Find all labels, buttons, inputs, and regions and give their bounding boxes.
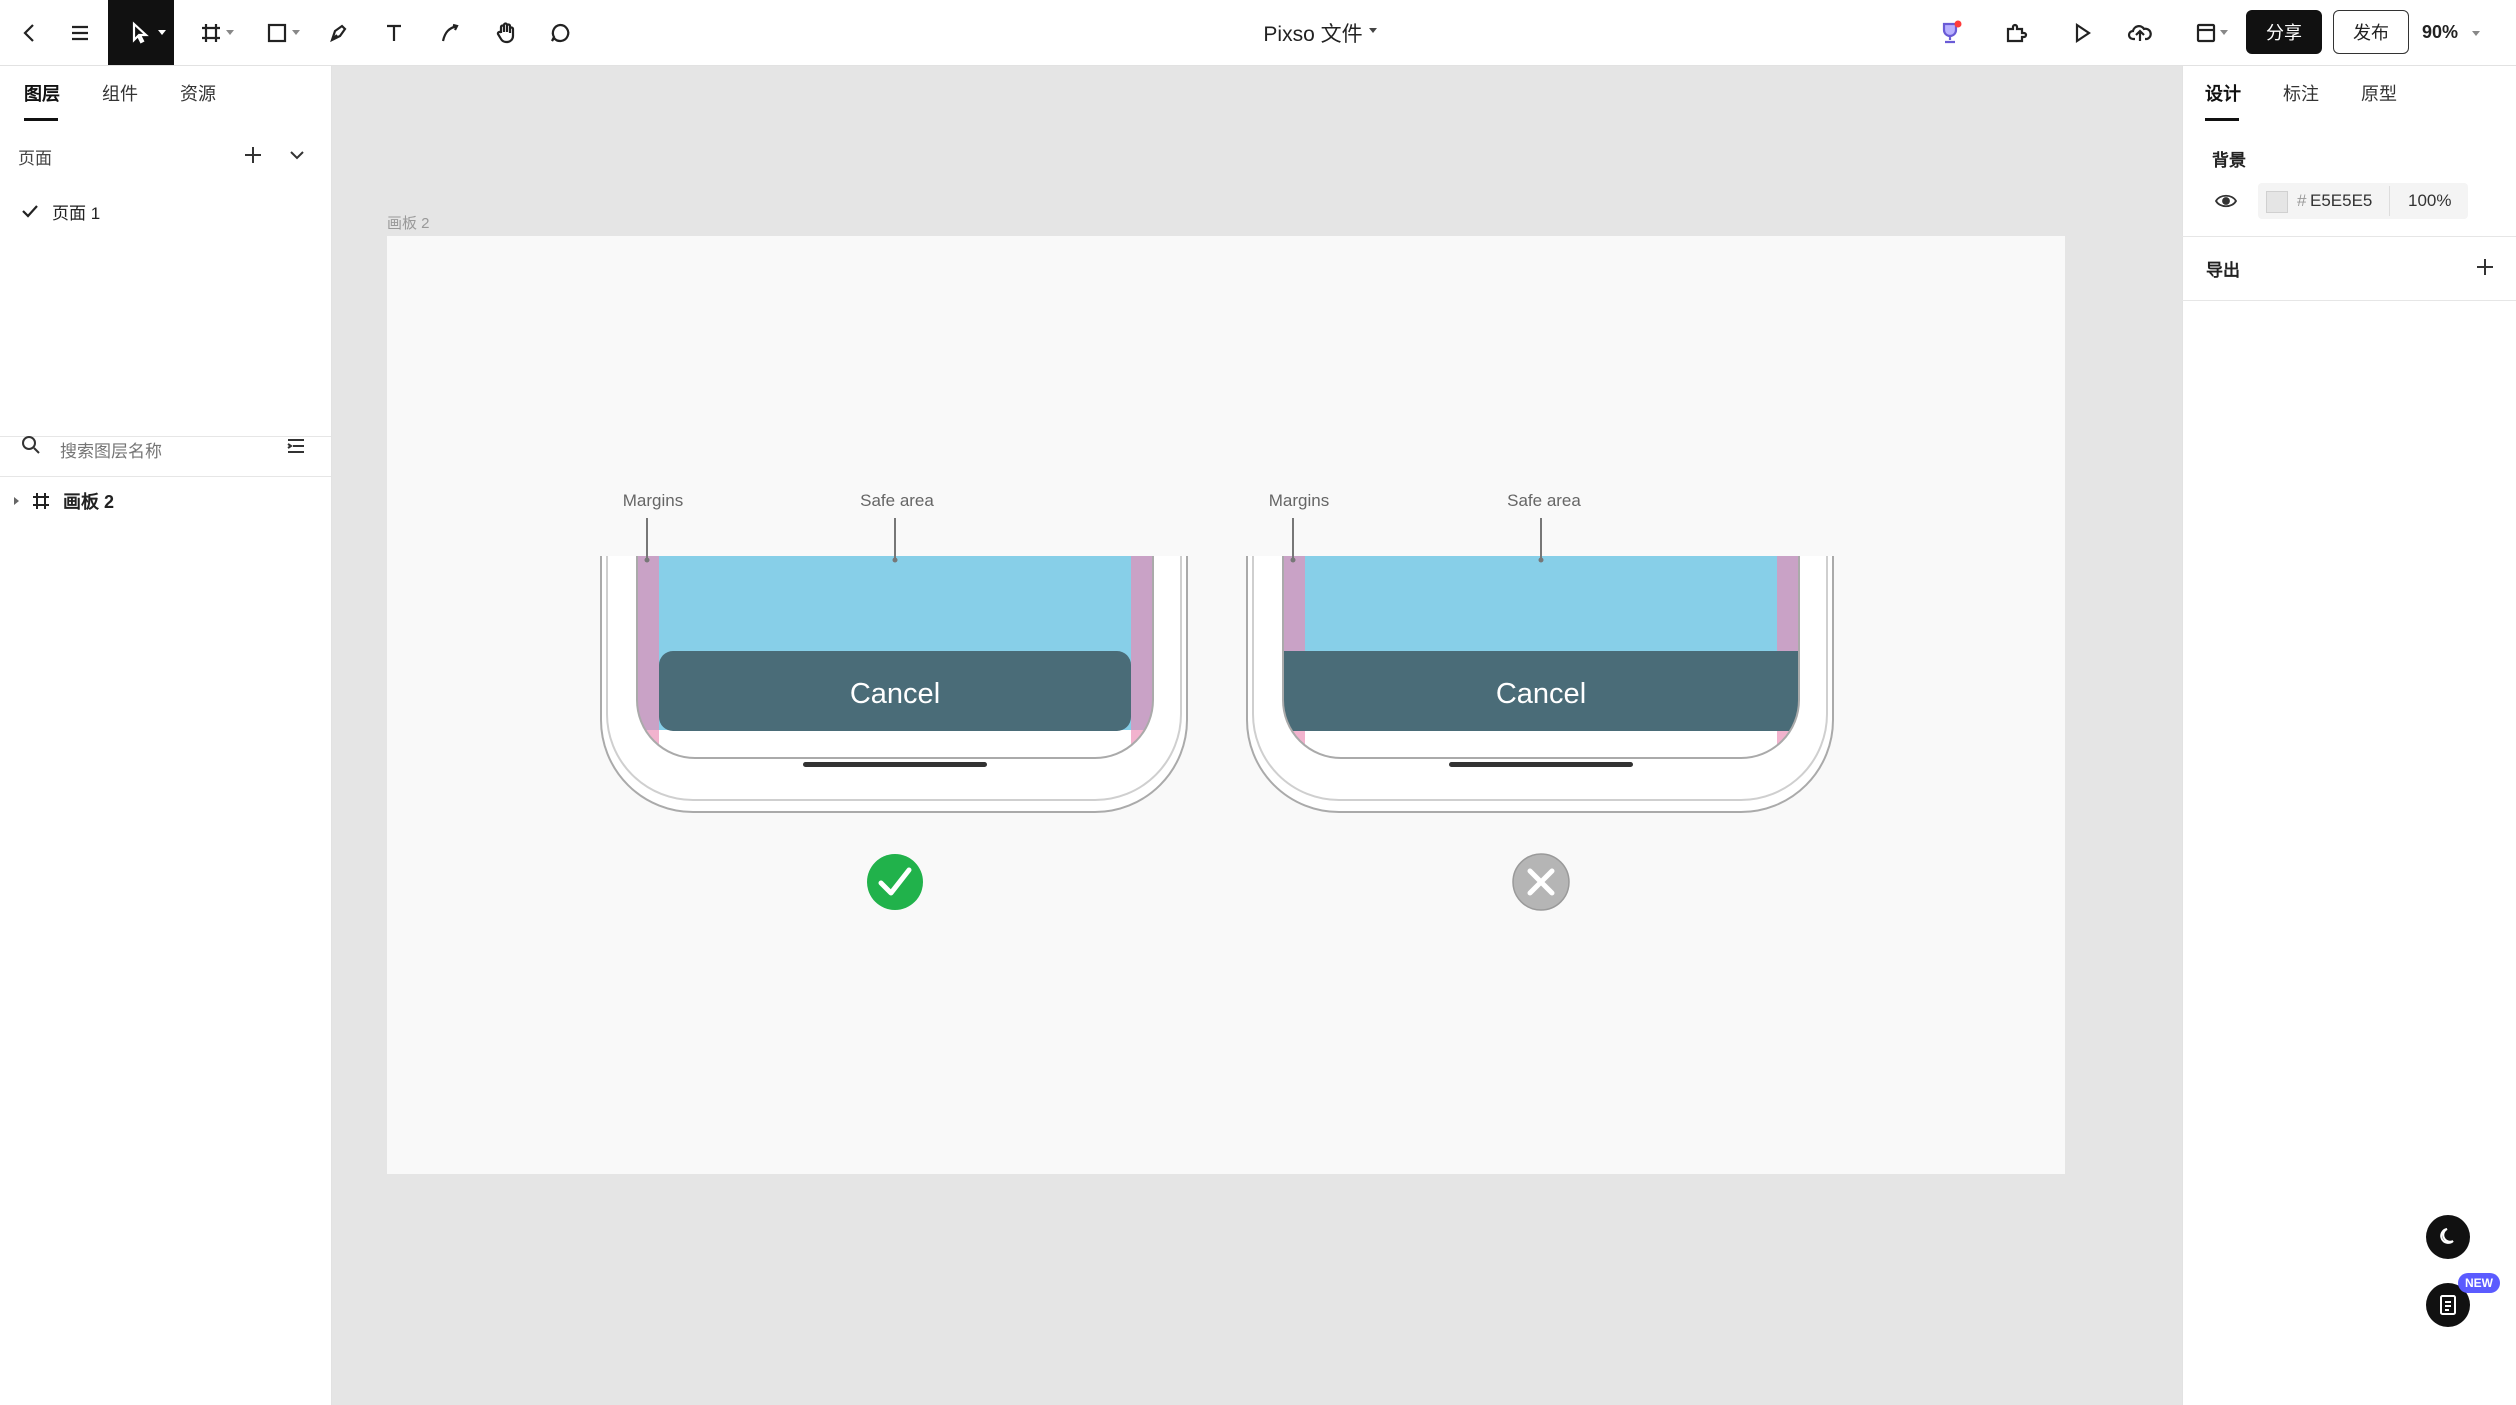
play-icon[interactable] <box>2060 0 2104 65</box>
document-icon <box>2440 1295 2456 1315</box>
chevron-down-icon <box>2472 31 2481 36</box>
mockup-illustration: Margins Safe area Cancel Margins Safe ar… <box>600 491 1834 911</box>
file-title[interactable]: Pixso 文件 <box>1130 0 1510 65</box>
margins-label: Margins <box>623 491 683 510</box>
chevron-down-icon[interactable] <box>158 30 166 35</box>
move-tool-button[interactable] <box>108 0 174 65</box>
frame-icon <box>33 493 49 509</box>
new-badge: NEW <box>2458 1273 2500 1293</box>
add-page-icon[interactable] <box>240 142 266 168</box>
tab-assets[interactable]: 资源 <box>180 80 216 106</box>
check-icon <box>22 205 38 218</box>
text-tool-button[interactable] <box>372 0 416 65</box>
menu-icon[interactable] <box>58 0 102 65</box>
frame-tool-button[interactable] <box>186 0 236 65</box>
home-indicator <box>803 762 987 767</box>
page-item-label: 页面 1 <box>52 203 101 223</box>
expand-arrow-icon[interactable] <box>14 497 19 505</box>
chevron-down-icon[interactable] <box>2220 30 2228 35</box>
tab-components[interactable]: 组件 <box>102 80 138 106</box>
tab-prototype[interactable]: 原型 <box>2361 80 2397 106</box>
moon-icon <box>2440 1228 2454 1244</box>
color-swatch[interactable] <box>2266 191 2288 213</box>
rectangle-tool-button[interactable] <box>252 0 302 65</box>
tab-annotate[interactable]: 标注 <box>2283 80 2319 106</box>
divider <box>2182 236 2516 237</box>
pen-tool-button[interactable] <box>316 0 360 65</box>
file-title-text: Pixso 文件 <box>1263 22 1363 46</box>
chevron-down-icon[interactable] <box>292 30 300 35</box>
safe-area-label: Safe area <box>860 491 934 510</box>
background-section-label: 背景 <box>2212 151 2246 170</box>
dark-mode-button[interactable] <box>2426 1215 2470 1259</box>
active-tab-indicator <box>24 118 58 121</box>
top-toolbar: Pixso 文件 分享 发布 90% <box>0 0 2516 66</box>
zoom-level[interactable]: 90% <box>2422 0 2481 65</box>
plugin-icon[interactable] <box>1994 0 2038 65</box>
chevron-down-icon <box>1368 28 1377 33</box>
artboard-frame[interactable]: Margins Safe area Cancel Margins Safe ar… <box>387 236 2065 1174</box>
search-icon <box>20 434 44 458</box>
comment-tool-button[interactable] <box>538 0 582 65</box>
add-export-icon[interactable] <box>2472 254 2498 280</box>
layer-item[interactable]: 画板 2 <box>0 486 331 516</box>
collapse-pages-icon[interactable] <box>284 142 310 168</box>
frame-name-label[interactable]: 画板 2 <box>387 212 430 233</box>
hand-tool-button[interactable] <box>484 0 528 65</box>
connector-tool-button[interactable] <box>428 0 472 65</box>
safe-area-label: Safe area <box>1507 491 1581 510</box>
left-panel <box>0 66 332 1405</box>
cancel-button-label: Cancel <box>1496 678 1586 710</box>
cloud-upload-icon[interactable] <box>2118 0 2162 65</box>
share-button[interactable]: 分享 <box>2246 10 2322 54</box>
cancel-button-label: Cancel <box>850 678 940 710</box>
trophy-icon[interactable] <box>1928 0 1972 65</box>
chevron-down-icon[interactable] <box>226 30 234 35</box>
mockup-correct: Margins Safe area Cancel <box>600 491 1188 910</box>
divider <box>2389 186 2390 216</box>
pages-section-label: 页面 <box>18 149 52 168</box>
publish-button[interactable]: 发布 <box>2333 10 2409 54</box>
home-indicator <box>1449 762 1633 767</box>
filter-icon[interactable] <box>284 434 310 460</box>
checkmark-icon <box>867 854 923 910</box>
layout-icon[interactable] <box>2178 0 2234 65</box>
back-icon[interactable] <box>8 0 52 65</box>
hex-prefix: # <box>2297 191 2307 210</box>
divider <box>0 476 331 477</box>
eye-icon[interactable] <box>2214 190 2240 212</box>
layer-search-input[interactable] <box>58 436 262 468</box>
tab-layers[interactable]: 图层 <box>24 80 60 106</box>
active-tab-indicator <box>2205 118 2239 121</box>
page-item[interactable]: 页面 1 <box>20 195 320 227</box>
mockup-incorrect: Margins Safe area Cancel <box>1246 491 1834 911</box>
export-section-label: 导出 <box>2206 261 2240 280</box>
layer-item-label: 画板 2 <box>63 492 115 512</box>
tab-design[interactable]: 设计 <box>2205 80 2241 106</box>
zoom-value: 90% <box>2422 22 2459 42</box>
background-opacity-value[interactable]: 100% <box>2408 191 2451 211</box>
background-hex-value[interactable]: E5E5E5 <box>2310 191 2372 211</box>
margins-label: Margins <box>1269 491 1329 510</box>
divider <box>2182 300 2516 301</box>
